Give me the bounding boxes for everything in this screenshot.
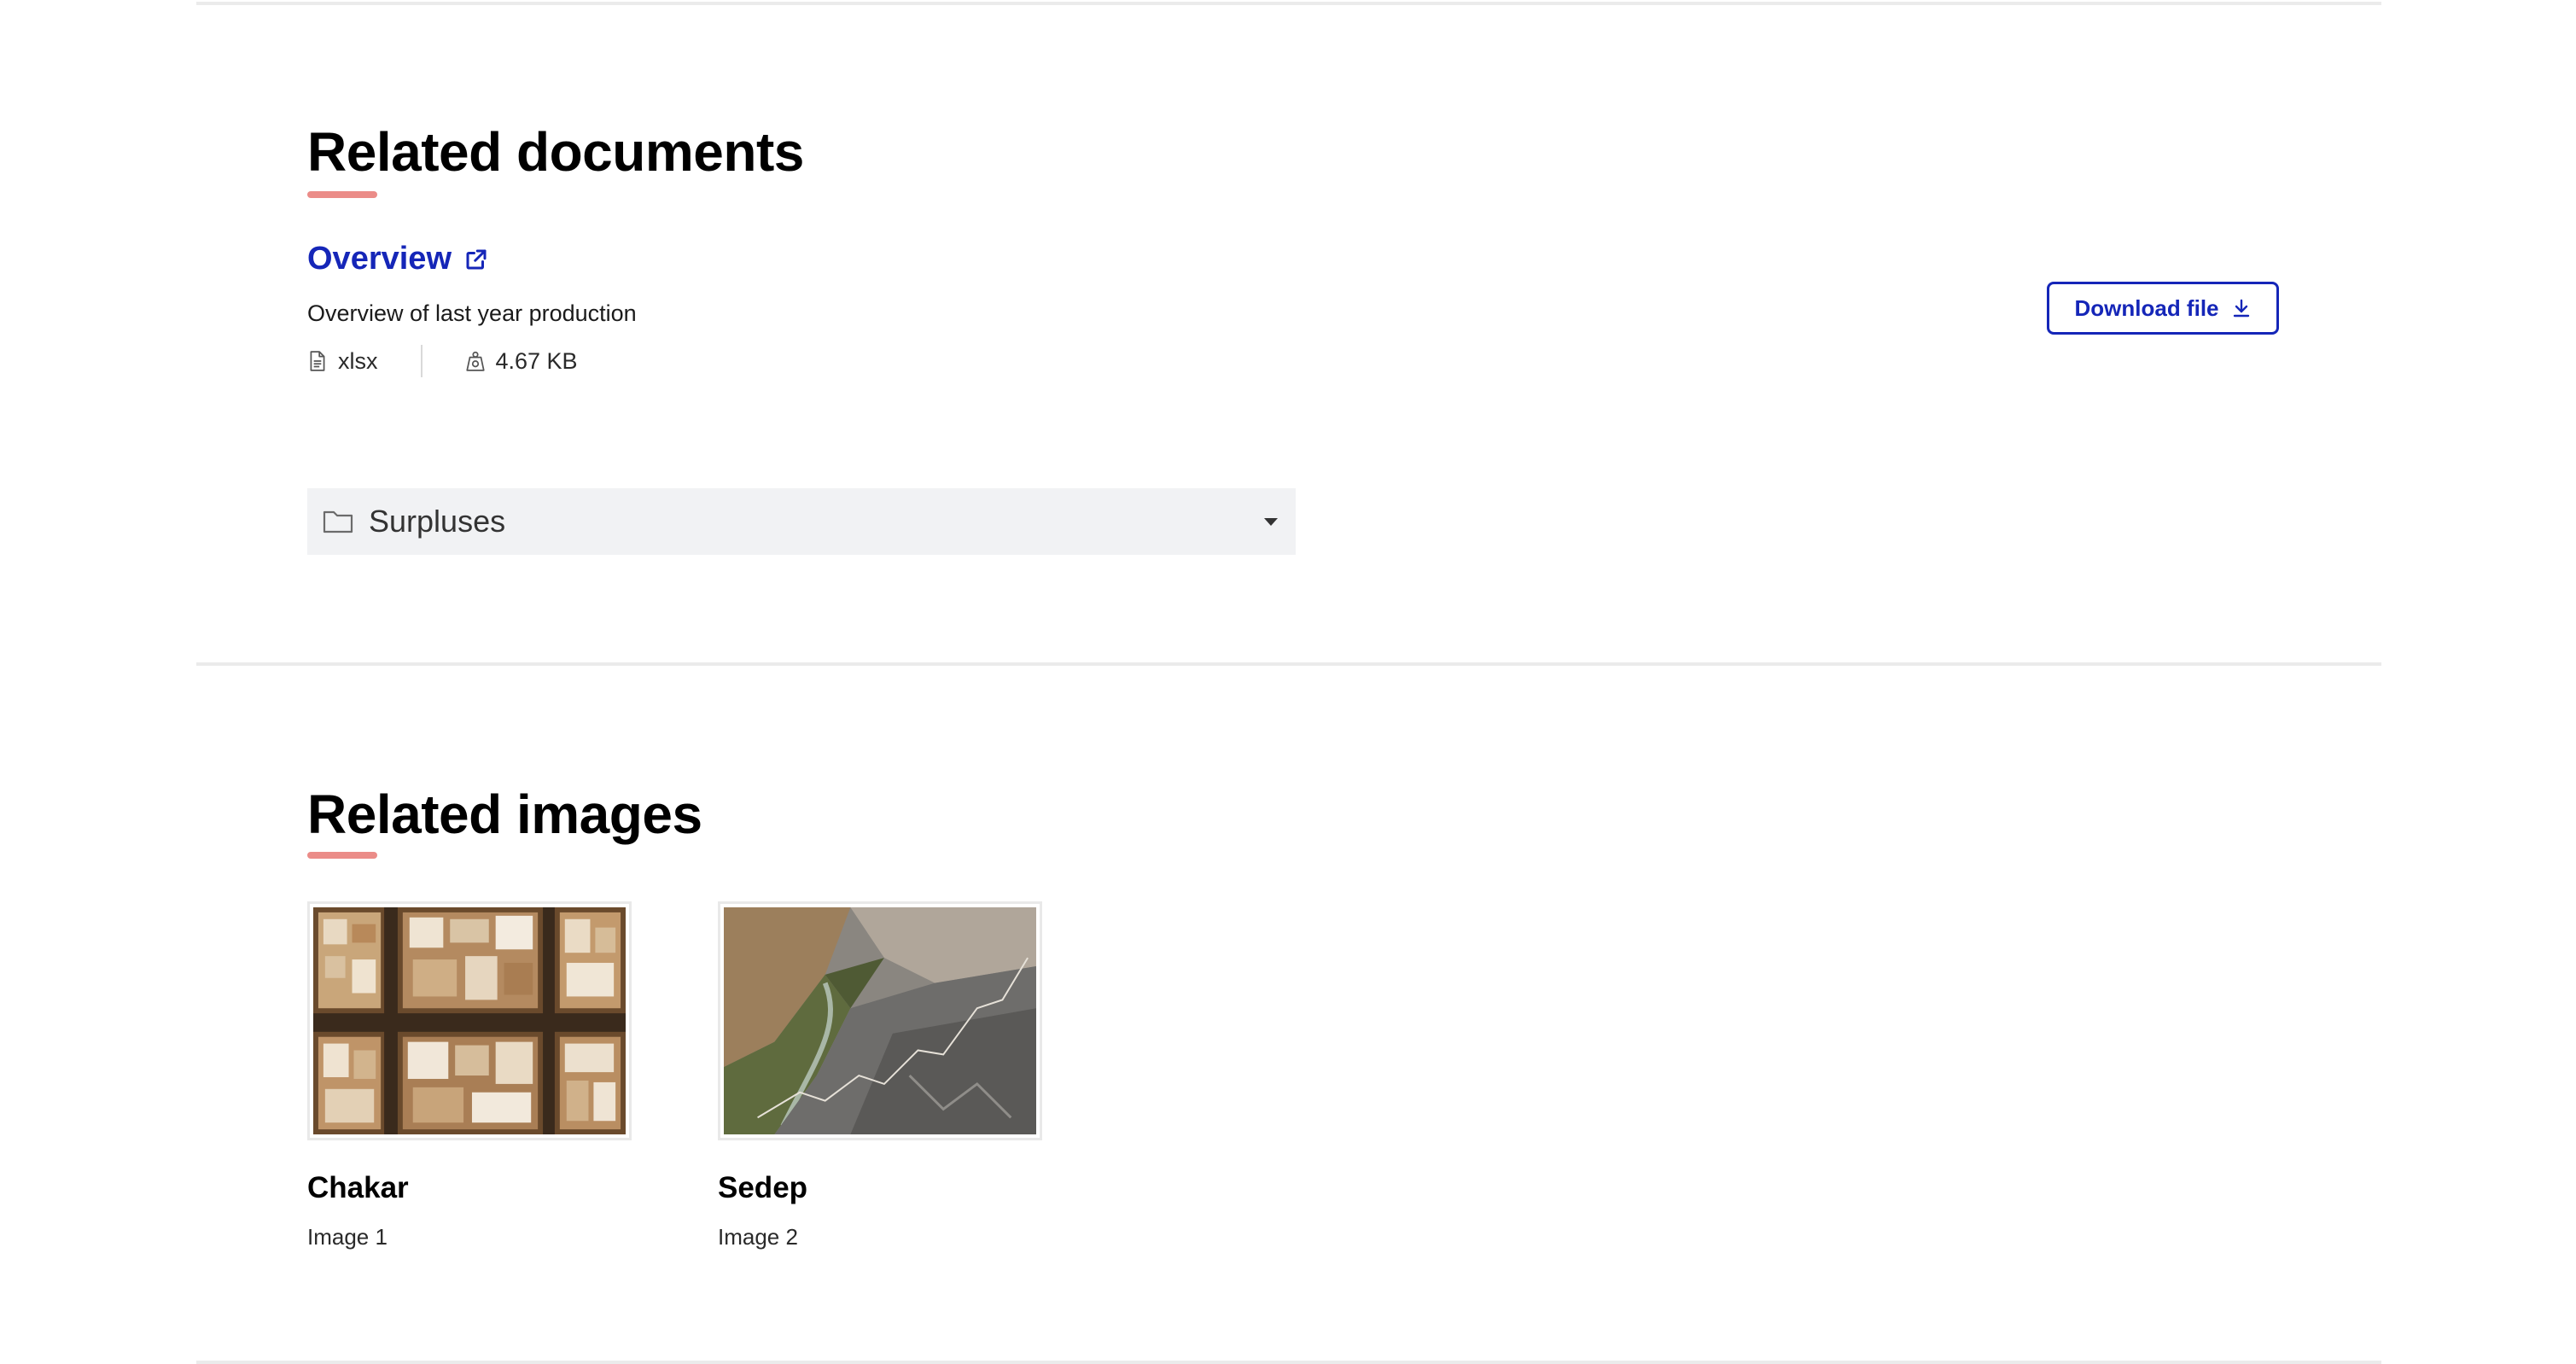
image-card[interactable]: Chakar Image 1 bbox=[307, 901, 632, 1250]
download-file-button[interactable]: Download file bbox=[2047, 282, 2279, 335]
image-title: Sedep bbox=[718, 1171, 808, 1204]
meta-separator bbox=[420, 345, 423, 377]
download-button-label: Download file bbox=[2074, 294, 2219, 321]
city-aerial-image bbox=[313, 907, 626, 1134]
page: Related documents Overview Overview of l… bbox=[0, 0, 2576, 1364]
external-link-icon bbox=[466, 249, 487, 269]
file-size: 4.67 KB bbox=[465, 348, 578, 375]
file-icon bbox=[310, 351, 325, 371]
file-type-label: xlsx bbox=[338, 347, 378, 374]
image-title: Chakar bbox=[307, 1171, 409, 1204]
accordion-surpluses[interactable]: Surpluses bbox=[307, 488, 1296, 555]
section-title-documents: Related documents bbox=[307, 121, 804, 183]
section-title-images: Related images bbox=[307, 784, 702, 845]
title-underline bbox=[307, 852, 377, 859]
top-divider bbox=[196, 2, 2381, 5]
bottom-divider bbox=[196, 1361, 2381, 1364]
canyon-aerial-image bbox=[724, 907, 1036, 1134]
caret-down-icon bbox=[1264, 518, 1278, 526]
accordion-label: Surpluses bbox=[369, 504, 506, 539]
image-caption: Image 2 bbox=[718, 1224, 798, 1250]
document-link-overview[interactable]: Overview bbox=[307, 241, 489, 277]
file-type: xlsx bbox=[307, 348, 378, 375]
image-thumbnail[interactable] bbox=[307, 901, 632, 1140]
document-description: Overview of last year production bbox=[307, 300, 637, 326]
weight-icon bbox=[465, 351, 485, 371]
download-icon bbox=[2233, 299, 2249, 318]
file-size-label: 4.67 KB bbox=[495, 347, 578, 374]
image-caption: Image 1 bbox=[307, 1224, 388, 1250]
document-meta: xlsx 4.67 KB bbox=[307, 345, 578, 377]
document-title: Overview bbox=[307, 241, 452, 277]
folder-icon bbox=[323, 510, 353, 533]
section-divider bbox=[196, 662, 2381, 666]
title-underline bbox=[307, 191, 377, 198]
image-card[interactable]: Sedep Image 2 bbox=[718, 901, 1042, 1250]
image-thumbnail[interactable] bbox=[718, 901, 1042, 1140]
